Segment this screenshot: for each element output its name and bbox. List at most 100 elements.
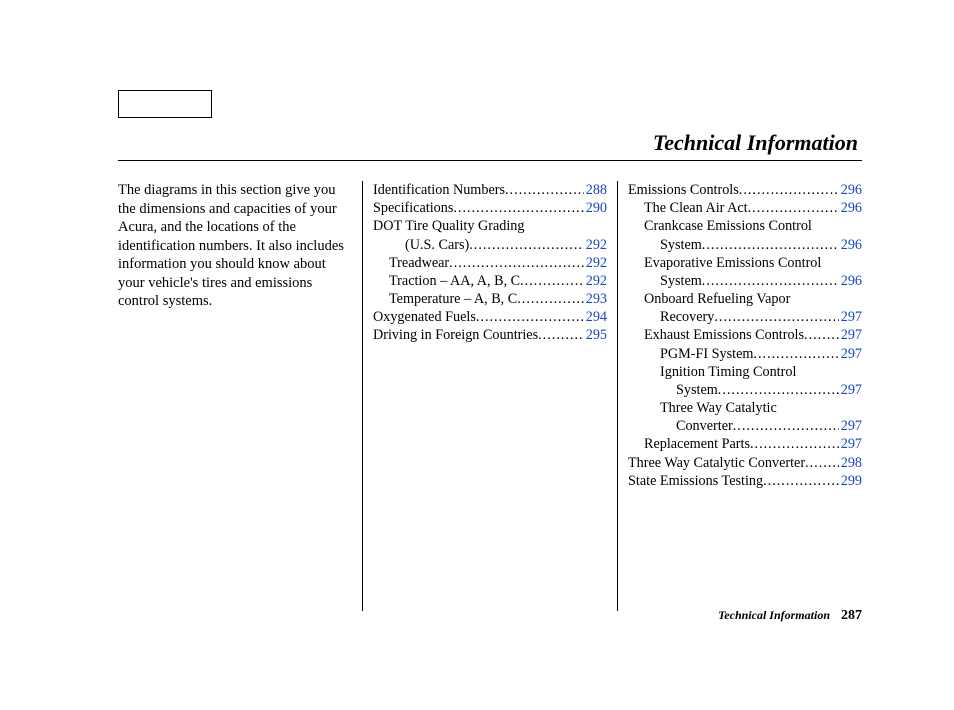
toc-leader-dots [520, 272, 584, 290]
toc-entry[interactable]: Identification Numbers 288 [373, 181, 607, 199]
toc-leader-dots [739, 181, 839, 199]
toc-label: Three Way Catalytic [660, 399, 777, 417]
toc-page-link[interactable]: 293 [584, 290, 607, 308]
toc-leader-dots [453, 199, 583, 217]
toc-entry: Evaporative Emissions Control [628, 254, 862, 272]
toc-entry[interactable]: System 296 [628, 236, 862, 254]
toc-page-link[interactable]: 296 [839, 272, 862, 290]
toc-label: Evaporative Emissions Control [644, 254, 821, 272]
toc-label: Temperature – A, B, C [389, 290, 517, 308]
toc-page-link[interactable]: 294 [584, 308, 607, 326]
toc-label: Replacement Parts [644, 435, 750, 453]
toc-label: Emissions Controls [628, 181, 739, 199]
toc-entry[interactable]: (U.S. Cars) 292 [373, 236, 607, 254]
toc-label: DOT Tire Quality Grading [373, 217, 524, 235]
toc-page-link[interactable]: 297 [839, 417, 862, 435]
toc-entry: Crankcase Emissions Control [628, 217, 862, 235]
toc-label: System [660, 236, 702, 254]
toc-leader-dots [476, 308, 584, 326]
toc-entry[interactable]: Converter 297 [628, 417, 862, 435]
toc-page-link[interactable]: 295 [584, 326, 607, 344]
toc-page-link[interactable]: 296 [839, 199, 862, 217]
toc-page-link[interactable]: 292 [584, 254, 607, 272]
toc-label: Exhaust Emissions Controls [644, 326, 804, 344]
toc-entry[interactable]: Emissions Controls 296 [628, 181, 862, 199]
intro-text: The diagrams in this section give you th… [118, 181, 352, 311]
toc-entry[interactable]: System 296 [628, 272, 862, 290]
toc-leader-dots [733, 417, 839, 435]
title-rule [118, 160, 862, 161]
toc-label: Treadwear [389, 254, 449, 272]
toc-label: Converter [676, 417, 733, 435]
toc-label: Oxygenated Fuels [373, 308, 476, 326]
page-footer: Technical Information 287 [718, 608, 862, 624]
toc-leader-dots [718, 381, 839, 399]
toc-entry[interactable]: The Clean Air Act 296 [628, 199, 862, 217]
column-toc-2: Emissions Controls 296 The Clean Air Act 29… [618, 181, 862, 611]
toc-page-link[interactable]: 292 [584, 236, 607, 254]
toc-entry[interactable]: Specifications 290 [373, 199, 607, 217]
toc-leader-dots [469, 236, 583, 254]
toc-entry[interactable]: Traction – AA, A, B, C 292 [373, 272, 607, 290]
toc-label: System [676, 381, 718, 399]
toc-label: State Emissions Testing [628, 472, 763, 490]
toc-entry: Ignition Timing Control [628, 363, 862, 381]
toc-page-link[interactable]: 297 [839, 308, 862, 326]
toc-page-link[interactable]: 288 [584, 181, 607, 199]
toc-entry: Onboard Refueling Vapor [628, 290, 862, 308]
toc-leader-dots [505, 181, 584, 199]
toc-leader-dots [804, 326, 839, 344]
toc-page-link[interactable]: 296 [839, 236, 862, 254]
toc-page-link[interactable]: 297 [839, 326, 862, 344]
toc-entry[interactable]: Replacement Parts 297 [628, 435, 862, 453]
toc-entry[interactable]: State Emissions Testing 299 [628, 472, 862, 490]
toc-leader-dots [702, 236, 839, 254]
toc-label: Crankcase Emissions Control [644, 217, 812, 235]
toc-label: PGM-FI System [660, 345, 753, 363]
toc-label: Onboard Refueling Vapor [644, 290, 790, 308]
toc-entry: DOT Tire Quality Grading [373, 217, 607, 235]
toc-leader-dots [763, 472, 839, 490]
toc-entry[interactable]: Treadwear 292 [373, 254, 607, 272]
toc-label: The Clean Air Act [644, 199, 748, 217]
toc-page-link[interactable]: 290 [584, 199, 607, 217]
toc-leader-dots [748, 199, 839, 217]
placeholder-box [118, 90, 212, 118]
toc-entry[interactable]: System 297 [628, 381, 862, 399]
toc-entry[interactable]: Temperature – A, B, C 293 [373, 290, 607, 308]
toc-leader-dots [702, 272, 839, 290]
toc-leader-dots [517, 290, 583, 308]
column-toc-1: Identification Numbers 288 Specifications 2… [363, 181, 617, 611]
toc-entry[interactable]: Oxygenated Fuels 294 [373, 308, 607, 326]
toc-page-link[interactable]: 292 [584, 272, 607, 290]
page-title: Technical Information [653, 130, 858, 155]
content-columns: The diagrams in this section give you th… [118, 181, 862, 611]
toc-page-link[interactable]: 297 [839, 435, 862, 453]
toc-leader-dots [750, 435, 839, 453]
toc-page-link[interactable]: 297 [839, 381, 862, 399]
toc-entry[interactable]: Three Way Catalytic Converter 298 [628, 454, 862, 472]
toc-label: Identification Numbers [373, 181, 505, 199]
toc-leader-dots [805, 454, 839, 472]
footer-section-label: Technical Information [718, 608, 830, 622]
toc-page-link[interactable]: 298 [839, 454, 862, 472]
toc-entry: Three Way Catalytic [628, 399, 862, 417]
toc-label: Specifications [373, 199, 453, 217]
toc-page-link[interactable]: 297 [839, 345, 862, 363]
toc-label: Three Way Catalytic Converter [628, 454, 805, 472]
column-intro: The diagrams in this section give you th… [118, 181, 362, 611]
toc-entry[interactable]: Recovery297 [628, 308, 862, 326]
footer-page-number: 287 [841, 608, 862, 623]
toc-entry[interactable]: PGM-FI System 297 [628, 345, 862, 363]
toc-leader-dots [538, 326, 584, 344]
toc-label: (U.S. Cars) [405, 236, 469, 254]
toc-entry[interactable]: Exhaust Emissions Controls 297 [628, 326, 862, 344]
toc-label: System [660, 272, 702, 290]
toc-page-link[interactable]: 296 [839, 181, 862, 199]
toc-label: Driving in Foreign Countries [373, 326, 538, 344]
toc-leader-dots [714, 308, 838, 326]
toc-label: Traction – AA, A, B, C [389, 272, 520, 290]
toc-page-link[interactable]: 299 [839, 472, 862, 490]
toc-entry[interactable]: Driving in Foreign Countries 295 [373, 326, 607, 344]
toc-label: Ignition Timing Control [660, 363, 796, 381]
